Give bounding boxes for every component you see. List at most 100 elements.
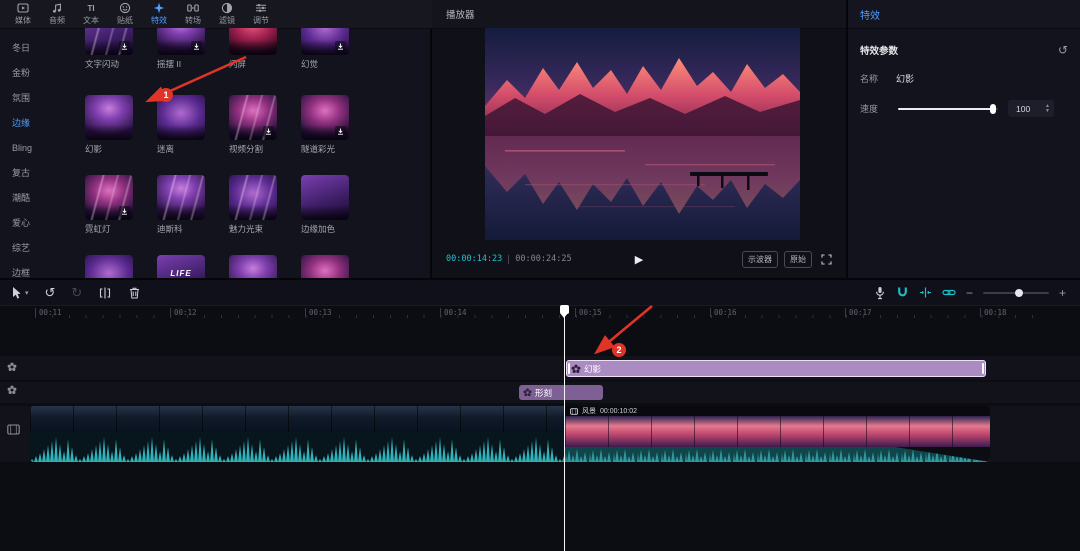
effect-item[interactable]: 迷离 — [157, 95, 205, 155]
undo-button[interactable]: ↺ — [45, 286, 56, 299]
effect-label: 闪屏 — [229, 58, 277, 70]
media-icon — [17, 2, 29, 14]
download-icon[interactable] — [335, 41, 346, 52]
step-down-icon[interactable]: ▼ — [1045, 109, 1050, 114]
zoom-in-icon[interactable]: + — [1059, 286, 1066, 300]
redo-button[interactable]: ↻ — [71, 286, 82, 299]
category-item[interactable]: 爱心 — [0, 211, 64, 236]
ruler-label: 00:18 — [980, 308, 1007, 317]
effect-track-icon[interactable] — [7, 385, 17, 395]
effect-label: 文字闪动 — [85, 58, 133, 70]
linkage-toggle[interactable] — [942, 286, 956, 299]
effects-library-panel: 媒体 音频 TI 文本 贴纸 特效 转场 — [0, 0, 430, 278]
effect-item[interactable] — [301, 255, 349, 278]
ruler-label: 00:15 — [575, 308, 602, 317]
ruler-label: 00:17 — [845, 308, 872, 317]
text-icon: TI — [87, 2, 94, 14]
effect-label: 魅力光束 — [229, 223, 277, 235]
chevron-down-icon[interactable]: ▾ — [25, 289, 29, 297]
effect-item[interactable]: LIFE — [157, 255, 205, 278]
effect-item[interactable]: 隧道彩光 — [301, 95, 349, 155]
zoom-slider-handle[interactable] — [1015, 289, 1023, 297]
select-tool[interactable]: ▾ — [10, 286, 29, 300]
split-button[interactable] — [98, 286, 112, 300]
reset-icon[interactable]: ↺ — [1058, 43, 1068, 57]
playhead[interactable] — [564, 305, 565, 551]
effects-grid: 文字闪动 摇摆 II 闪屏 幻觉 幻影 — [70, 28, 370, 278]
category-item-active[interactable]: 边缘 — [0, 111, 64, 136]
snap-toggle[interactable] — [919, 286, 932, 299]
tab-adjust-label: 调节 — [253, 15, 269, 26]
name-value: 幻影 — [896, 72, 914, 85]
original-ratio-button[interactable]: 原始 — [784, 251, 812, 268]
effect-item[interactable]: 文字闪动 — [85, 28, 133, 70]
effect-speed-row: 速度 100 ▲ ▼ — [848, 100, 1080, 117]
tab-effects[interactable]: 特效 — [142, 2, 176, 26]
download-icon[interactable] — [191, 41, 202, 52]
effect-item[interactable]: 迪斯科 — [157, 175, 205, 235]
effect-item-huanying[interactable]: 幻影 — [85, 95, 133, 155]
magnet-toggle[interactable] — [896, 286, 909, 299]
category-item[interactable]: Bling — [0, 136, 64, 161]
zoom-out-icon[interactable]: − — [966, 286, 973, 300]
effect-thumbnail — [85, 255, 133, 278]
playhead-handle[interactable] — [560, 305, 569, 314]
tab-transition-label: 转场 — [185, 15, 201, 26]
fullscreen-icon[interactable] — [821, 254, 832, 265]
effect-track-icon[interactable] — [7, 362, 17, 372]
effect-item[interactable]: 闪屏 — [229, 28, 277, 70]
effect-clip-huanying[interactable]: 幻影 — [566, 360, 986, 377]
download-icon[interactable] — [335, 126, 346, 137]
category-item[interactable]: 金粉 — [0, 61, 64, 86]
clip-label: 形刻 — [535, 387, 552, 399]
record-voiceover-button[interactable] — [874, 286, 886, 300]
oscilloscope-button[interactable]: 示波器 — [742, 251, 778, 268]
effect-item[interactable]: 霓虹灯 — [85, 175, 133, 235]
tab-transition[interactable]: 转场 — [176, 2, 210, 26]
effect-item[interactable]: 边缘加色 — [301, 175, 349, 235]
category-item[interactable]: 潮酷 — [0, 186, 64, 211]
tab-effects-label: 特效 — [151, 15, 167, 26]
effect-clip-xingke[interactable]: 形刻 — [519, 385, 603, 400]
category-item[interactable]: 复古 — [0, 161, 64, 186]
effect-thumbnail — [85, 175, 133, 220]
timeline-tools-left: ▾ ↺ ↻ — [0, 286, 141, 300]
total-timecode: 00:00:24:25 — [515, 254, 571, 264]
effect-thumbnail — [229, 95, 277, 140]
timeline-ruler[interactable]: 00:11 00:12 00:13 00:14 00:15 00:16 00:1… — [0, 306, 1080, 320]
download-icon[interactable] — [119, 206, 130, 217]
video-editor-app: 媒体 音频 TI 文本 贴纸 特效 转场 — [0, 0, 1080, 551]
tab-adjust[interactable]: 调节 — [244, 2, 278, 26]
tab-media[interactable]: 媒体 — [6, 2, 40, 26]
category-item[interactable]: 综艺 — [0, 236, 64, 261]
tab-audio[interactable]: 音频 — [40, 2, 74, 26]
speed-value-box[interactable]: 100 ▲ ▼ — [1008, 100, 1054, 117]
effect-label: 迪斯科 — [157, 223, 205, 235]
category-item[interactable]: 冬日 — [0, 36, 64, 61]
effect-category-list: 冬日 金粉 氛围 边缘 Bling 复古 潮酷 爱心 综艺 边框 — [0, 28, 64, 286]
effect-thumbnail — [229, 28, 277, 55]
play-button[interactable]: ▶ — [635, 253, 643, 266]
effect-item[interactable] — [85, 255, 133, 278]
category-item[interactable]: 氛围 — [0, 86, 64, 111]
download-icon[interactable] — [263, 126, 274, 137]
speed-value: 100 — [1016, 104, 1045, 114]
video-clip-selected[interactable]: 风景 00:00:10:02 — [565, 406, 990, 462]
download-icon[interactable] — [119, 41, 130, 52]
delete-button[interactable] — [128, 286, 141, 300]
speed-slider[interactable] — [898, 103, 998, 115]
effect-item[interactable]: 摇摆 II — [157, 28, 205, 70]
speed-slider-handle[interactable] — [990, 104, 996, 114]
timeline-zoom-slider[interactable] — [983, 288, 1049, 298]
tab-filter[interactable]: 滤镜 — [210, 2, 244, 26]
video-clip-left[interactable] — [30, 406, 565, 462]
effect-item[interactable]: 幻觉 — [301, 28, 349, 70]
video-clip-title-bar: 风景 00:00:10:02 — [565, 406, 990, 416]
effect-item[interactable]: 魅力光束 — [229, 175, 277, 235]
effect-item[interactable]: 视频分割 — [229, 95, 277, 155]
video-track-icon[interactable] — [7, 424, 20, 435]
tab-text[interactable]: TI 文本 — [74, 2, 108, 26]
effect-item[interactable] — [229, 255, 277, 278]
tab-sticker[interactable]: 贴纸 — [108, 2, 142, 26]
ruler-label: 00:12 — [170, 308, 197, 317]
